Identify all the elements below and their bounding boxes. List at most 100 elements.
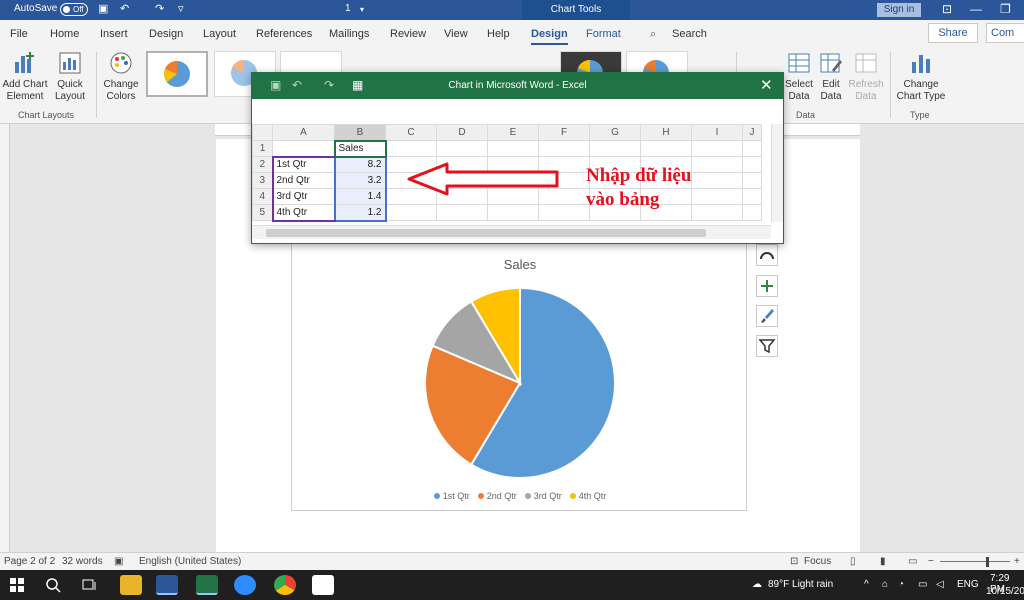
excel-window[interactable]: ▣ ↶ ↷ ▦ Chart in Microsoft Word - Excel … [251,72,784,244]
undo-icon[interactable]: ↶ [120,2,129,15]
cell[interactable] [538,204,590,221]
cell[interactable] [691,140,743,157]
row-header[interactable]: 4 [252,188,273,205]
focus-icon[interactable]: ⊡ [790,556,798,567]
ribbon-display-icon[interactable]: ⊡ [942,2,952,16]
chart-style-1[interactable] [146,51,208,97]
column-header-e[interactable]: E [487,124,539,141]
layout-options-button[interactable] [756,244,778,266]
cell-a2[interactable]: 1st Qtr [271,156,335,173]
zoom-in-icon[interactable]: + [1014,556,1020,567]
cell[interactable] [436,204,488,221]
sign-in-button[interactable]: Sign in [877,3,921,17]
select-data-button[interactable]: Select Data [784,50,814,103]
cell[interactable] [385,204,437,221]
legend-entry[interactable]: 4th Qtr [569,491,606,501]
vertical-scrollbar[interactable] [771,124,783,222]
proofing-icon[interactable]: ▣ [114,556,123,567]
column-header-g[interactable]: G [589,124,641,141]
chart-title[interactable]: Sales [292,257,748,272]
print-layout-icon[interactable]: ▮ [880,556,886,567]
input-language[interactable]: ENG [957,579,979,590]
cell-a5[interactable]: 4th Qtr [271,204,335,222]
task-view-icon[interactable] [78,575,100,595]
read-mode-icon[interactable]: ▯ [850,556,856,567]
column-header-a[interactable]: A [272,124,335,141]
column-header-d[interactable]: D [436,124,488,141]
autosave-toggle[interactable]: Off [60,3,88,16]
tab-design[interactable]: Design [149,28,183,40]
legend-entry[interactable]: 2nd Qtr [477,491,517,501]
zoom-out-icon[interactable]: − [928,556,934,567]
web-layout-icon[interactable]: ▭ [908,556,917,567]
chart-filters-button[interactable] [756,335,778,357]
cell[interactable] [487,140,539,157]
language[interactable]: English (United States) [139,556,241,567]
chart-object[interactable]: Sales 1st Qtr 2nd Qtr 3rd Qtr 4th Qtr [291,228,747,511]
windows-start-icon[interactable] [6,575,28,595]
clock-date[interactable]: 10/15/20 [986,586,1024,597]
cell-a1[interactable] [272,140,335,158]
column-header-b[interactable]: B [334,124,386,141]
horizontal-scrollbar[interactable] [252,225,771,239]
chrome-app-icon[interactable] [274,575,296,595]
chart-styles-button[interactable] [756,305,778,327]
tab-references[interactable]: References [256,28,312,40]
tab-insert[interactable]: Insert [100,28,128,40]
cell[interactable] [640,140,692,157]
add-chart-element-button[interactable]: Add Chart Element [2,50,48,103]
cell[interactable] [742,172,762,189]
comments-button[interactable]: Com [986,23,1024,43]
cell-b5[interactable]: 1.2 [333,204,387,222]
select-all-corner[interactable] [252,124,273,141]
tray-chevron-icon[interactable]: ^ [864,579,869,590]
cell-a4[interactable]: 3rd Qtr [271,188,335,205]
row-header[interactable]: 2 [252,156,273,173]
refresh-data-button[interactable]: Refresh Data [848,50,884,103]
cell[interactable] [691,188,743,205]
volume-icon[interactable]: ◁ [936,579,944,590]
share-button[interactable]: Share [928,23,978,43]
edit-data-button[interactable]: Edit Data [816,50,846,103]
word-count[interactable]: 32 words [62,556,103,567]
row-header[interactable]: 3 [252,172,273,189]
network-icon[interactable]: ◔ [898,579,904,590]
cell[interactable] [742,188,762,205]
zoom-slider[interactable] [940,561,1010,562]
cell[interactable] [589,140,641,157]
restore-icon[interactable]: ❐ [1000,2,1011,16]
tab-file[interactable]: File [10,28,28,40]
tab-chart-design[interactable]: Design [531,28,568,45]
search-box[interactable]: Search [672,28,707,40]
scrollbar-thumb[interactable] [266,229,706,237]
cell-b3[interactable]: 3.2 [333,172,387,189]
tab-home[interactable]: Home [50,28,79,40]
cell[interactable] [436,140,488,157]
column-header-i[interactable]: I [691,124,743,141]
search-icon[interactable]: ⌕ [650,28,656,41]
chart-elements-button[interactable] [756,275,778,297]
cell[interactable] [742,204,762,221]
weather-icon[interactable]: ☁ [752,579,762,590]
change-colors-button[interactable]: Change Colors [100,50,142,103]
excel-app-icon[interactable] [196,575,218,595]
focus-button[interactable]: Focus [804,556,831,567]
excel-close-icon[interactable]: ✕ [760,76,773,94]
quick-layout-button[interactable]: Quick Layout [50,50,90,103]
meet-now-icon[interactable]: ⌂ [882,579,888,590]
snipping-tool-icon[interactable] [312,575,334,595]
column-header-c[interactable]: C [385,124,437,141]
tab-help[interactable]: Help [487,28,510,40]
cell-a3[interactable]: 2nd Qtr [271,172,335,189]
legend-entry[interactable]: 1st Qtr [433,491,470,501]
pie-chart[interactable] [420,283,620,483]
cell-b1[interactable]: Sales [333,139,387,158]
tab-layout[interactable]: Layout [203,28,236,40]
tab-review[interactable]: Review [390,28,426,40]
cell-b4[interactable]: 1.4 [333,188,387,205]
legend-entry[interactable]: 3rd Qtr [524,491,562,501]
cell[interactable] [538,140,590,157]
row-header[interactable]: 5 [252,204,273,221]
zoom-app-icon[interactable] [234,575,256,595]
cell[interactable] [691,204,743,221]
